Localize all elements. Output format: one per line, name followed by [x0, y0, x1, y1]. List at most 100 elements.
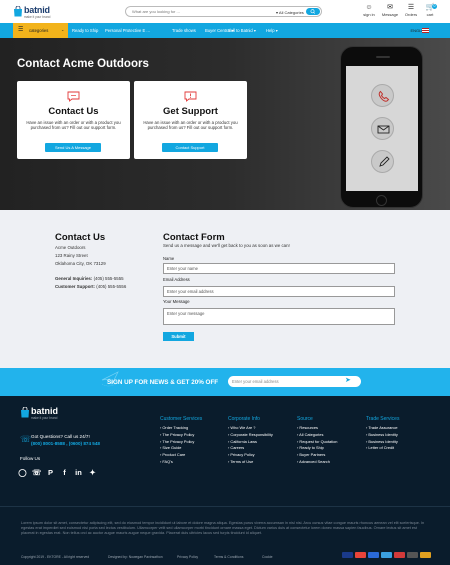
- orders-button[interactable]: ☰ Orders: [402, 4, 420, 17]
- footer-link[interactable]: › Terms of Use: [228, 459, 273, 466]
- newsletter-text: SIGN UP FOR NEWS & GET 20% OFF: [107, 379, 219, 386]
- footer-link[interactable]: › Product Care: [160, 452, 202, 459]
- footer-link[interactable]: › Size Guide: [160, 445, 202, 452]
- copyright: Copyright 2019 - EKTORE - All right rese…: [21, 555, 90, 559]
- footer-link[interactable]: › Ready to Ship: [297, 445, 337, 452]
- search-category-select[interactable]: ▾ All Categories: [276, 10, 304, 15]
- site-header: batnid make it your brand ▾ All Categori…: [0, 0, 450, 23]
- footer-phones[interactable]: (800) 8001-8588 , (0600) 874 548: [31, 441, 100, 446]
- send-message-button[interactable]: Send Us A Message: [45, 143, 101, 152]
- email-field[interactable]: Enter your email address: [163, 286, 395, 297]
- nav-link-ppe[interactable]: Personal Protective E ...: [105, 28, 150, 33]
- logo-text: batnid: [24, 5, 50, 15]
- cart-label: cart: [426, 12, 434, 17]
- search-bar: ▾ All Categories: [125, 6, 322, 17]
- footer-link[interactable]: › Order Tracking: [160, 425, 202, 432]
- nav-link-trade-shows[interactable]: Trade shows: [172, 28, 196, 33]
- facebook-icon[interactable]: f: [60, 468, 69, 477]
- hero-banner: Contact Acme Outdoors Contact Us Have an…: [0, 38, 450, 210]
- footer-link[interactable]: › The Privacy Policy: [160, 439, 202, 446]
- search-button[interactable]: [306, 8, 320, 15]
- logo[interactable]: batnid make it your brand: [13, 5, 65, 19]
- message-label: Your Message: [163, 299, 190, 304]
- cookie-link[interactable]: Cookie: [262, 555, 273, 559]
- message-field[interactable]: Enter your message: [163, 308, 395, 325]
- message-button[interactable]: ✉ Message: [381, 4, 399, 17]
- sign-in-button[interactable]: ☺ sign in: [360, 4, 378, 17]
- footer-link[interactable]: › FAQ's: [160, 459, 202, 466]
- footer-link[interactable]: › Careers: [228, 445, 273, 452]
- headset-icon: ☏: [20, 434, 32, 444]
- instagram-icon[interactable]: ◯: [18, 468, 27, 477]
- terms-link[interactable]: Terms & Conditions: [214, 555, 243, 559]
- send-icon[interactable]: ➤: [345, 377, 351, 385]
- newsletter-email-input[interactable]: Enter your email address: [228, 376, 361, 387]
- footer-link[interactable]: › California Laws: [228, 439, 273, 446]
- cart-badge: 0: [432, 4, 437, 9]
- contact-city: Oklahoma City, OK 73129: [55, 261, 106, 266]
- bag-logo-icon: [21, 407, 29, 418]
- footer-col-title: Customer Services: [160, 416, 203, 422]
- support-label: Customer Support:: [55, 284, 96, 289]
- cart-button[interactable]: 🛒 cart 0: [421, 4, 439, 17]
- follow-us-label: Follow Us: [20, 456, 41, 461]
- contact-support-button[interactable]: Contact Support: [162, 143, 218, 152]
- twitter-icon[interactable]: ✦: [88, 468, 97, 477]
- message-label: Message: [381, 12, 399, 17]
- nav-link-ready-to-ship[interactable]: Ready to Ship: [72, 28, 98, 33]
- inquiries-label: General Inquiries:: [55, 276, 93, 281]
- whatsapp-icon[interactable]: ☏: [32, 468, 41, 477]
- user-icon: ☺: [365, 4, 373, 11]
- footer-col-corporate: Corporate Info › Who We Are ? › Corporat…: [228, 416, 273, 466]
- name-label: Name: [163, 256, 175, 261]
- support-phone[interactable]: (405) 555-5556: [96, 284, 126, 289]
- privacy-link[interactable]: Privacy Policy: [177, 555, 198, 559]
- phone-home-button: [376, 195, 387, 206]
- footer-link[interactable]: › Trade Assurance: [366, 425, 399, 432]
- inquiries-phone[interactable]: (405) 555-5555: [94, 276, 124, 281]
- footer-logo[interactable]: batnid make it your brand: [20, 406, 70, 420]
- footer-col-source: Source › Resources › All Categories › Re…: [297, 416, 337, 466]
- categories-button[interactable]: ☰ categories ⌄: [13, 23, 68, 38]
- search-icon: [310, 9, 316, 14]
- footer-link[interactable]: › Request for Quotation: [297, 439, 337, 446]
- footer-link[interactable]: › All Categories: [297, 432, 337, 439]
- nav-link-help[interactable]: Help ▾: [266, 28, 278, 33]
- designed-by: Designed by: Nowegan Pavinsathon: [108, 555, 163, 559]
- contact-title: Contact Us: [55, 232, 106, 243]
- footer-link[interactable]: › Business Identity: [366, 439, 399, 446]
- submit-button[interactable]: Submit: [163, 332, 194, 341]
- footer-link[interactable]: › Letter of Credit: [366, 445, 399, 452]
- footer-link[interactable]: › Resources: [297, 425, 337, 432]
- phone-pencil-icon: [371, 150, 394, 173]
- payment-badge-icon: [420, 552, 431, 558]
- menu-icon: ☰: [18, 27, 24, 33]
- linkedin-icon[interactable]: in: [74, 468, 83, 477]
- footer-link[interactable]: › Privacy Policy: [228, 452, 273, 459]
- search-input[interactable]: [132, 9, 262, 14]
- hero-title: Contact Acme Outdoors: [17, 58, 149, 70]
- footer-description: Lorem ipsum dolor sit amet, consectetur …: [21, 521, 425, 536]
- inquiries-line: General Inquiries: (405) 555-5555: [55, 276, 124, 283]
- footer-link[interactable]: › Advanced Search: [297, 459, 337, 466]
- footer-link[interactable]: › Business Identity: [366, 432, 399, 439]
- footer-questions: Got Questions? Call us 24/7!: [31, 434, 90, 439]
- chevron-down-icon: ⌄: [61, 27, 65, 32]
- contact-street: 123 Rainy Street: [55, 253, 88, 258]
- newsletter-bar: SIGN UP FOR NEWS & GET 20% OFF Enter you…: [0, 368, 450, 396]
- phone-call-icon: [371, 84, 394, 107]
- contact-section: Contact Us Acme Outdoors 123 Rainy Stree…: [0, 210, 450, 368]
- footer-link[interactable]: › Buyer Partners: [297, 452, 337, 459]
- footer-link[interactable]: › The Privacy Policy: [160, 432, 202, 439]
- footer-col-title: Corporate Info: [228, 416, 260, 422]
- nav-link-sell[interactable]: Sell to Batnid ▾: [228, 28, 256, 33]
- orders-label: Orders: [404, 12, 418, 17]
- footer-logo-tagline: make it your brand: [31, 416, 58, 420]
- footer-link[interactable]: › Corporate Responsibility: [228, 432, 273, 439]
- phone-screen: [346, 66, 418, 191]
- form-title: Contact Form: [163, 232, 225, 243]
- pinterest-icon[interactable]: P: [46, 468, 55, 477]
- name-field[interactable]: Enter your name: [163, 263, 395, 274]
- footer-col-title: Source: [297, 416, 313, 422]
- footer-link[interactable]: › Who We Are ?: [228, 425, 273, 432]
